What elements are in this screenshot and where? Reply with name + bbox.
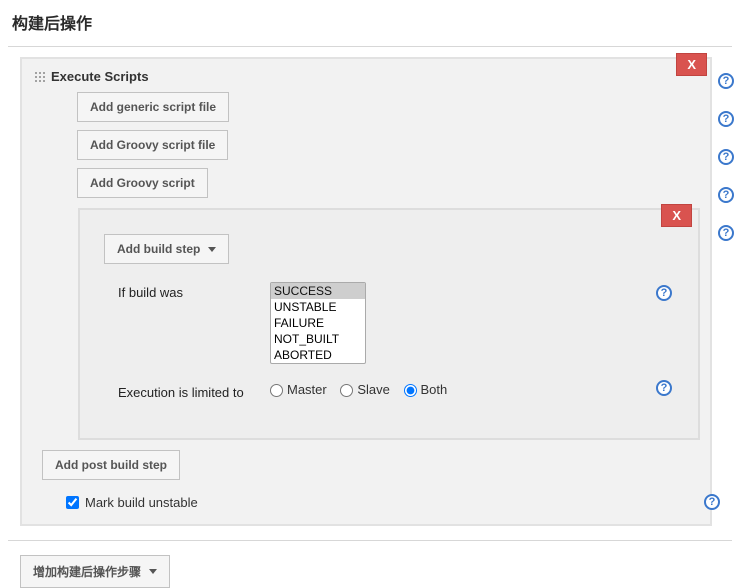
help-icon[interactable]: ? bbox=[704, 494, 720, 510]
close-button[interactable]: X bbox=[661, 204, 692, 227]
if-build-was-select[interactable]: SUCCESSUNSTABLEFAILURENOT_BUILTABORTED bbox=[270, 282, 366, 364]
add-build-step-label: Add build step bbox=[117, 242, 200, 256]
build-step-box: X Add build step If build was SUCCESSUNS… bbox=[78, 208, 700, 440]
help-stack-outer: ? ? ? ? ? bbox=[718, 73, 734, 241]
add-post-build-action-button[interactable]: 增加构建后操作步骤 bbox=[20, 555, 170, 588]
radio-slave[interactable]: Slave bbox=[340, 382, 390, 397]
help-icon[interactable]: ? bbox=[656, 285, 672, 301]
section-title: 构建后操作 bbox=[8, 0, 732, 46]
add-build-step-button[interactable]: Add build step bbox=[104, 234, 229, 264]
add-generic-script-file-button[interactable]: Add generic script file bbox=[77, 92, 229, 122]
execution-limit-label: Execution is limited to bbox=[118, 382, 248, 400]
help-icon[interactable]: ? bbox=[656, 380, 672, 396]
radio-master[interactable]: Master bbox=[270, 382, 327, 397]
mark-build-unstable-checkbox[interactable] bbox=[66, 496, 79, 509]
help-icon[interactable]: ? bbox=[718, 187, 734, 203]
post-build-section: X ? ? ? ? ? Execute Scripts Add generic … bbox=[8, 46, 732, 541]
mark-build-unstable-label[interactable]: Mark build unstable bbox=[85, 495, 198, 510]
add-post-build-action-label: 增加构建后操作步骤 bbox=[33, 563, 141, 580]
if-build-was-label: If build was bbox=[118, 282, 248, 300]
help-icon[interactable]: ? bbox=[718, 225, 734, 241]
drag-handle-icon[interactable] bbox=[34, 71, 46, 83]
execution-limit-radios: Master Slave Both bbox=[270, 382, 457, 397]
radio-both[interactable]: Both bbox=[404, 382, 448, 397]
add-groovy-script-file-button[interactable]: Add Groovy script file bbox=[77, 130, 228, 160]
radio-both-label: Both bbox=[421, 382, 448, 397]
box-title-text: Execute Scripts bbox=[51, 69, 149, 84]
chevron-down-icon bbox=[149, 569, 157, 574]
radio-master-label: Master bbox=[287, 382, 327, 397]
chevron-down-icon bbox=[208, 247, 216, 252]
help-icon[interactable]: ? bbox=[718, 73, 734, 89]
execute-scripts-box: X ? ? ? ? ? Execute Scripts Add generic … bbox=[20, 57, 712, 526]
close-button[interactable]: X bbox=[676, 53, 707, 76]
add-groovy-script-button[interactable]: Add Groovy script bbox=[77, 168, 208, 198]
radio-slave-label: Slave bbox=[357, 382, 390, 397]
help-icon[interactable]: ? bbox=[718, 149, 734, 165]
box-title: Execute Scripts bbox=[34, 69, 700, 84]
add-post-build-step-button[interactable]: Add post build step bbox=[42, 450, 180, 480]
help-icon[interactable]: ? bbox=[718, 111, 734, 127]
